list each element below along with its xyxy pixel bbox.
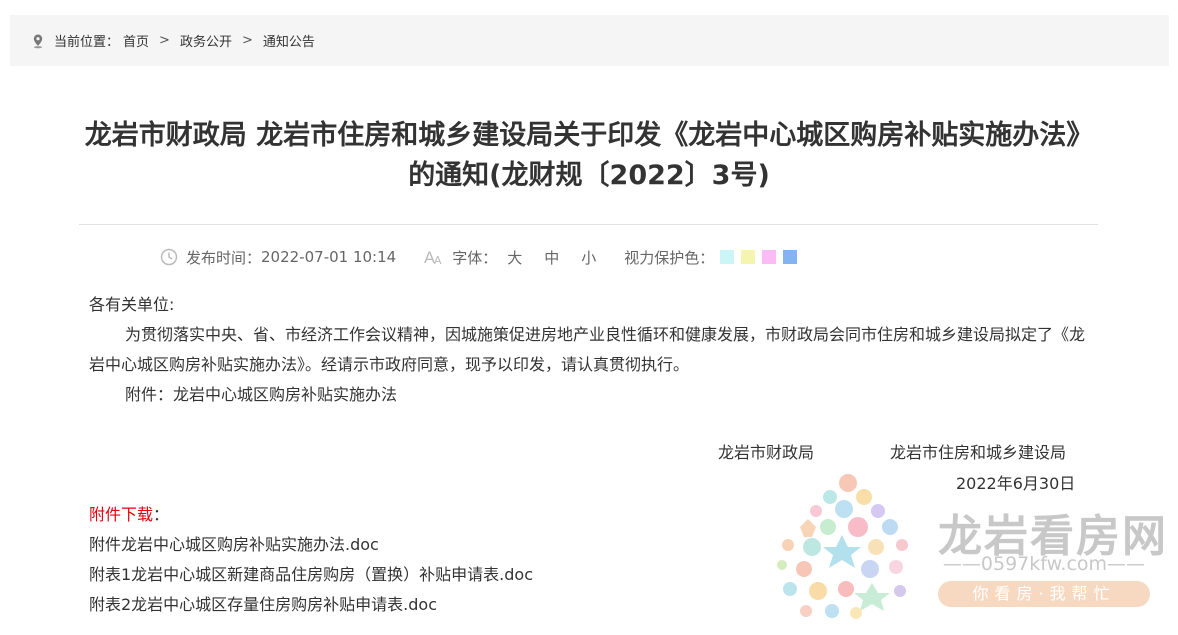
attachment-link-existing-housing-form[interactable]: 附表2龙岩中心城区存量住房购房补贴申请表.doc	[89, 590, 533, 620]
font-size-small-option[interactable]: 小	[581, 247, 596, 268]
attachment-section: 附件下载： 附件龙岩中心城区购房补贴实施办法.doc 附表1龙岩中心城区新建商品…	[89, 500, 533, 620]
salutation: 各有关单位:	[89, 295, 175, 314]
signer-housing-bureau: 龙岩市住房和城乡建设局	[890, 443, 1067, 462]
attachment-note: 附件：龙岩中心城区购房补贴实施办法	[125, 385, 398, 404]
house-dots-logo-icon	[777, 474, 908, 619]
eye-color-swatch-pink[interactable]	[762, 250, 777, 264]
site-watermark: 龙岩看房网 ——0597kfw.com—— 你看房·我帮忙	[760, 465, 1170, 625]
eye-protection-label: 视力保护色：	[624, 248, 715, 267]
font-size-medium-option[interactable]: 中	[544, 247, 559, 268]
watermark-slogan: 你看房·我帮忙	[938, 581, 1150, 607]
font-size-label: 字体：	[452, 248, 498, 267]
body-paragraph: 为贯彻落实中央、省、市经济工作会议精神，因城施策促进房地产业良性循环和健康发展，…	[89, 325, 1086, 374]
article-meta-bar: 发布时间： 2022-07-01 10:14 A A 字体： 大 中 小 视力保…	[160, 246, 819, 268]
breadcrumb-separator: >	[241, 33, 253, 48]
svg-text:A: A	[434, 254, 442, 266]
article-body: 各有关单位: 为贯彻落实中央、省、市经济工作会议精神，因城施策促进房地产业良性循…	[89, 290, 1089, 410]
font-size-icon: A A	[424, 248, 442, 266]
breadcrumb-separator: >	[159, 33, 170, 48]
eye-color-swatch-cyan[interactable]	[720, 250, 735, 264]
title-divider	[79, 224, 1098, 225]
publish-label: 发布时间：	[186, 248, 262, 267]
clock-icon	[160, 248, 178, 266]
signer-finance-bureau: 龙岩市财政局	[718, 443, 815, 462]
font-size-large-option[interactable]: 大	[507, 247, 522, 268]
attachment-header: 附件下载：	[89, 500, 533, 530]
publish-time: 2022-07-01 10:14	[261, 248, 397, 266]
eye-color-swatch-yellow[interactable]	[741, 250, 756, 264]
breadcrumb: 当前位置： 首页 > 政务公开 > 通知公告	[10, 15, 1169, 66]
attachment-colon: ：	[153, 505, 170, 524]
breadcrumb-notices-link[interactable]: 通知公告	[263, 31, 315, 50]
attachment-link-new-housing-form[interactable]: 附表1龙岩中心城区新建商品住房购房（置换）补贴申请表.doc	[89, 560, 533, 590]
attachment-download-label: 附件下载	[89, 505, 154, 524]
breadcrumb-gov-affairs-link[interactable]: 政务公开	[180, 31, 232, 50]
watermark-url: ——0597kfw.com——	[942, 553, 1146, 575]
attachment-link-implementation-measures[interactable]: 附件龙岩中心城区购房补贴实施办法.doc	[89, 530, 533, 560]
breadcrumb-prefix: 当前位置：	[54, 35, 120, 50]
location-pin-icon	[33, 34, 43, 48]
eye-color-swatch-blue[interactable]	[783, 250, 798, 264]
breadcrumb-home-link[interactable]: 首页	[123, 31, 149, 50]
eye-color-swatch-white[interactable]	[804, 250, 819, 264]
article-title: 龙岩市财政局 龙岩市住房和城乡建设局关于印发《龙岩中心城区购房补贴实施办法》的通…	[84, 120, 1094, 191]
